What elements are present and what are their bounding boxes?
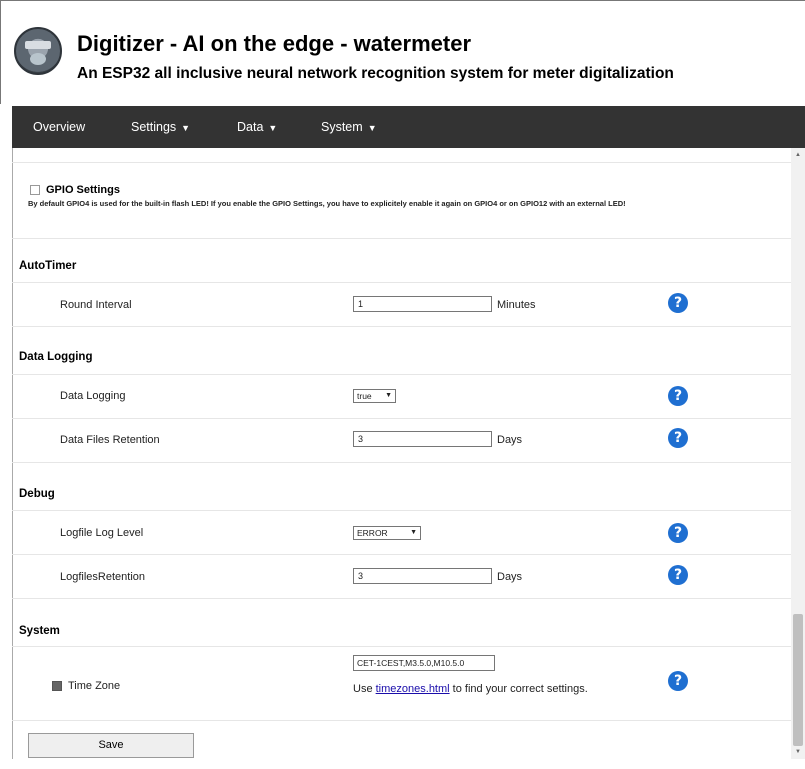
time-zone-toggle[interactable]: Time Zone xyxy=(52,680,120,692)
nav-settings[interactable]: Settings ▼ xyxy=(131,106,190,148)
time-zone-input[interactable]: CET-1CEST,M3.5.0,M10.5.0 xyxy=(353,655,495,671)
timezones-link[interactable]: timezones.html xyxy=(376,683,450,695)
save-button[interactable]: Save xyxy=(28,733,194,758)
section-data-logging: Data Logging xyxy=(19,351,93,363)
log-level-select[interactable]: ERROR ▼ xyxy=(353,526,421,540)
gpio-note: By default GPIO4 is used for the built-i… xyxy=(28,199,626,208)
chevron-down-icon: ▼ xyxy=(367,123,377,133)
help-icon[interactable]: ? xyxy=(668,386,688,406)
scroll-up-arrow-icon[interactable]: ▲ xyxy=(795,152,801,158)
nav-system[interactable]: System ▼ xyxy=(321,106,377,148)
time-zone-hint: Use timezones.html to find your correct … xyxy=(353,683,588,695)
scrollbar-thumb[interactable] xyxy=(793,614,803,746)
gpio-settings-toggle[interactable]: GPIO Settings xyxy=(30,184,120,196)
chevron-down-icon: ▼ xyxy=(268,123,278,133)
section-system: System xyxy=(19,625,60,637)
data-files-retention-input[interactable]: 3 xyxy=(353,431,492,447)
logfiles-retention-unit: Days xyxy=(497,571,523,583)
round-interval-unit: Minutes xyxy=(497,299,536,311)
help-icon[interactable]: ? xyxy=(668,671,688,691)
section-autotimer: AutoTimer xyxy=(19,260,77,272)
round-interval-input[interactable]: 1 xyxy=(353,296,492,312)
logfiles-retention-label: LogfilesRetention xyxy=(60,571,146,583)
chevron-down-icon: ▼ xyxy=(410,529,417,536)
data-files-retention-label: Data Files Retention xyxy=(60,434,160,446)
log-level-label: Logfile Log Level xyxy=(60,527,144,539)
page-header: Digitizer - AI on the edge - watermeter … xyxy=(0,0,805,104)
scrollbar[interactable]: ▲ ▼ xyxy=(791,148,805,759)
scroll-down-arrow-icon[interactable]: ▼ xyxy=(795,749,801,755)
help-icon[interactable]: ? xyxy=(668,565,688,585)
nav-overview[interactable]: Overview xyxy=(33,106,85,148)
nav-data[interactable]: Data ▼ xyxy=(237,106,277,148)
section-debug: Debug xyxy=(19,488,55,500)
watermeter-logo-icon xyxy=(14,27,62,75)
help-icon[interactable]: ? xyxy=(668,523,688,543)
data-logging-select[interactable]: true ▼ xyxy=(353,389,396,403)
data-files-retention-unit: Days xyxy=(497,434,523,446)
gpio-checkbox[interactable] xyxy=(30,185,40,196)
page-subtitle: An ESP32 all inclusive neural network re… xyxy=(77,65,674,82)
page-title: Digitizer - AI on the edge - watermeter xyxy=(77,31,472,56)
chevron-down-icon: ▼ xyxy=(385,392,392,399)
chevron-down-icon: ▼ xyxy=(181,123,191,133)
data-logging-label: Data Logging xyxy=(60,390,126,402)
main-navbar: Overview Settings ▼ Data ▼ System ▼ xyxy=(12,106,805,148)
help-icon[interactable]: ? xyxy=(668,428,688,448)
logfiles-retention-input[interactable]: 3 xyxy=(353,568,492,584)
round-interval-label: Round Interval xyxy=(60,299,132,311)
time-zone-checkbox[interactable] xyxy=(52,681,62,692)
help-icon[interactable]: ? xyxy=(668,293,688,313)
